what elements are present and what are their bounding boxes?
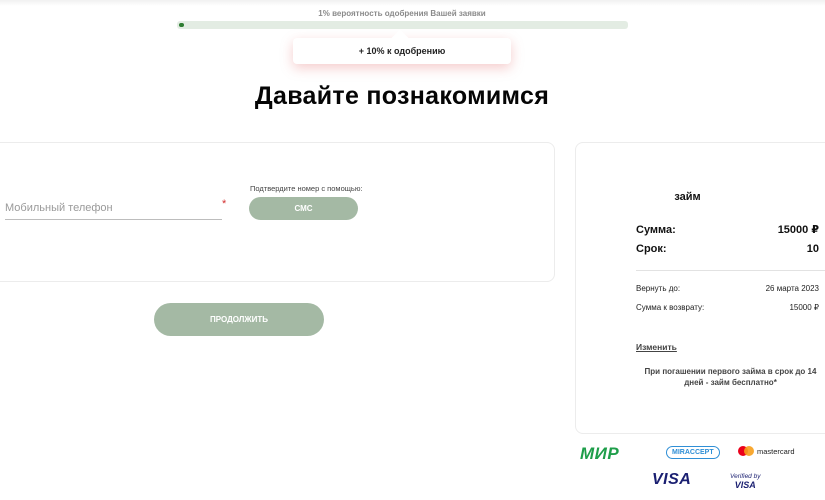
visa-logo: VISA xyxy=(652,471,692,488)
approval-bonus-tooltip: + 10% к одобрению xyxy=(293,38,511,64)
phone-input[interactable] xyxy=(5,196,222,220)
return-amount-row: Сумма к возврату: 15000 ₽ xyxy=(636,303,819,312)
return-date-row: Вернуть до: 26 марта 2023 xyxy=(636,284,819,293)
summary-divider xyxy=(636,270,825,271)
mastercard-circles-icon xyxy=(738,446,754,457)
approval-progress-bar xyxy=(177,21,628,29)
amount-value: 15000 ₽ xyxy=(777,224,819,236)
sms-button[interactable]: СМС xyxy=(249,197,358,220)
amount-row: Сумма: 15000 ₽ xyxy=(636,223,819,237)
top-shade xyxy=(0,0,825,6)
verified-by-visa-logo: Verified by VISA xyxy=(730,472,760,490)
return-date-value: 26 марта 2023 xyxy=(765,284,819,293)
return-date-label: Вернуть до: xyxy=(636,284,681,293)
term-row: Срок: 10 xyxy=(636,243,819,255)
mir-accept-logo: MIRACCEPT xyxy=(666,446,720,459)
mir-logo: МИР xyxy=(580,444,620,463)
confirm-label: Подтвердите номер с помощью: xyxy=(250,184,363,193)
page-title: Давайте познакомимся xyxy=(254,82,550,110)
term-label: Срок: xyxy=(636,243,667,255)
loan-summary-title: займ xyxy=(674,191,701,203)
mastercard-text: mastercard xyxy=(757,447,795,456)
approval-probability-text: 1% вероятность одобрения Вашей заявки xyxy=(318,9,486,18)
term-value: 10 xyxy=(806,243,819,255)
return-amount-value: 15000 ₽ xyxy=(789,303,819,312)
amount-label: Сумма: xyxy=(636,223,676,236)
return-amount-label: Сумма к возврату: xyxy=(636,303,705,312)
edit-loan-link[interactable]: Изменить xyxy=(636,342,677,352)
continue-button[interactable]: ПРОДОЛЖИТЬ xyxy=(154,303,324,336)
approval-bonus-text: + 10% к одобрению xyxy=(358,46,446,56)
verified-visa-text: VISA xyxy=(734,480,756,490)
free-loan-note: При погашении первого займа в срок до 14… xyxy=(644,367,817,387)
mastercard-logo: mastercard xyxy=(738,446,795,457)
approval-progress-fill xyxy=(179,23,184,27)
required-mark: * xyxy=(222,198,227,210)
